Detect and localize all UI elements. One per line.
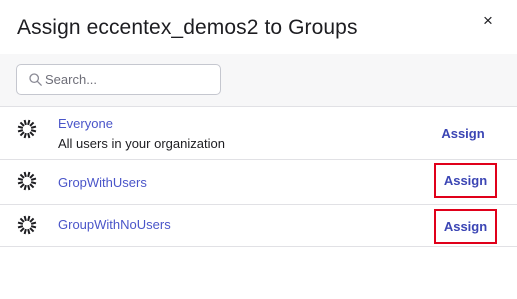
group-row-groupwithnousers: GroupWithNoUsers Assign — [0, 204, 517, 247]
close-icon[interactable]: × — [478, 10, 498, 32]
group-name[interactable]: GroupWithNoUsers — [58, 217, 171, 232]
search-bar — [0, 54, 517, 106]
okta-sunburst-icon — [17, 171, 37, 191]
search-input[interactable] — [45, 65, 215, 94]
assign-button[interactable]: Assign — [434, 209, 497, 244]
okta-sunburst-icon — [17, 119, 37, 139]
assign-button[interactable]: Assign — [435, 124, 491, 144]
group-name[interactable]: GropWithUsers — [58, 175, 147, 190]
dialog-header: Assign eccentex_demos2 to Groups × — [0, 0, 517, 54]
group-description: All users in your organization — [58, 136, 225, 151]
group-name[interactable]: Everyone — [58, 116, 113, 131]
search-icon — [29, 73, 42, 86]
search-box[interactable] — [16, 64, 221, 95]
group-row-gropwithusers: GropWithUsers Assign — [0, 159, 517, 204]
assign-button[interactable]: Assign — [434, 163, 497, 198]
group-list: Everyone All users in your organization … — [0, 106, 517, 247]
group-row-everyone: Everyone All users in your organization … — [0, 106, 517, 159]
assign-groups-dialog: Assign eccentex_demos2 to Groups × Every… — [0, 0, 517, 299]
okta-sunburst-icon — [17, 215, 37, 235]
dialog-title: Assign eccentex_demos2 to Groups — [17, 16, 358, 39]
